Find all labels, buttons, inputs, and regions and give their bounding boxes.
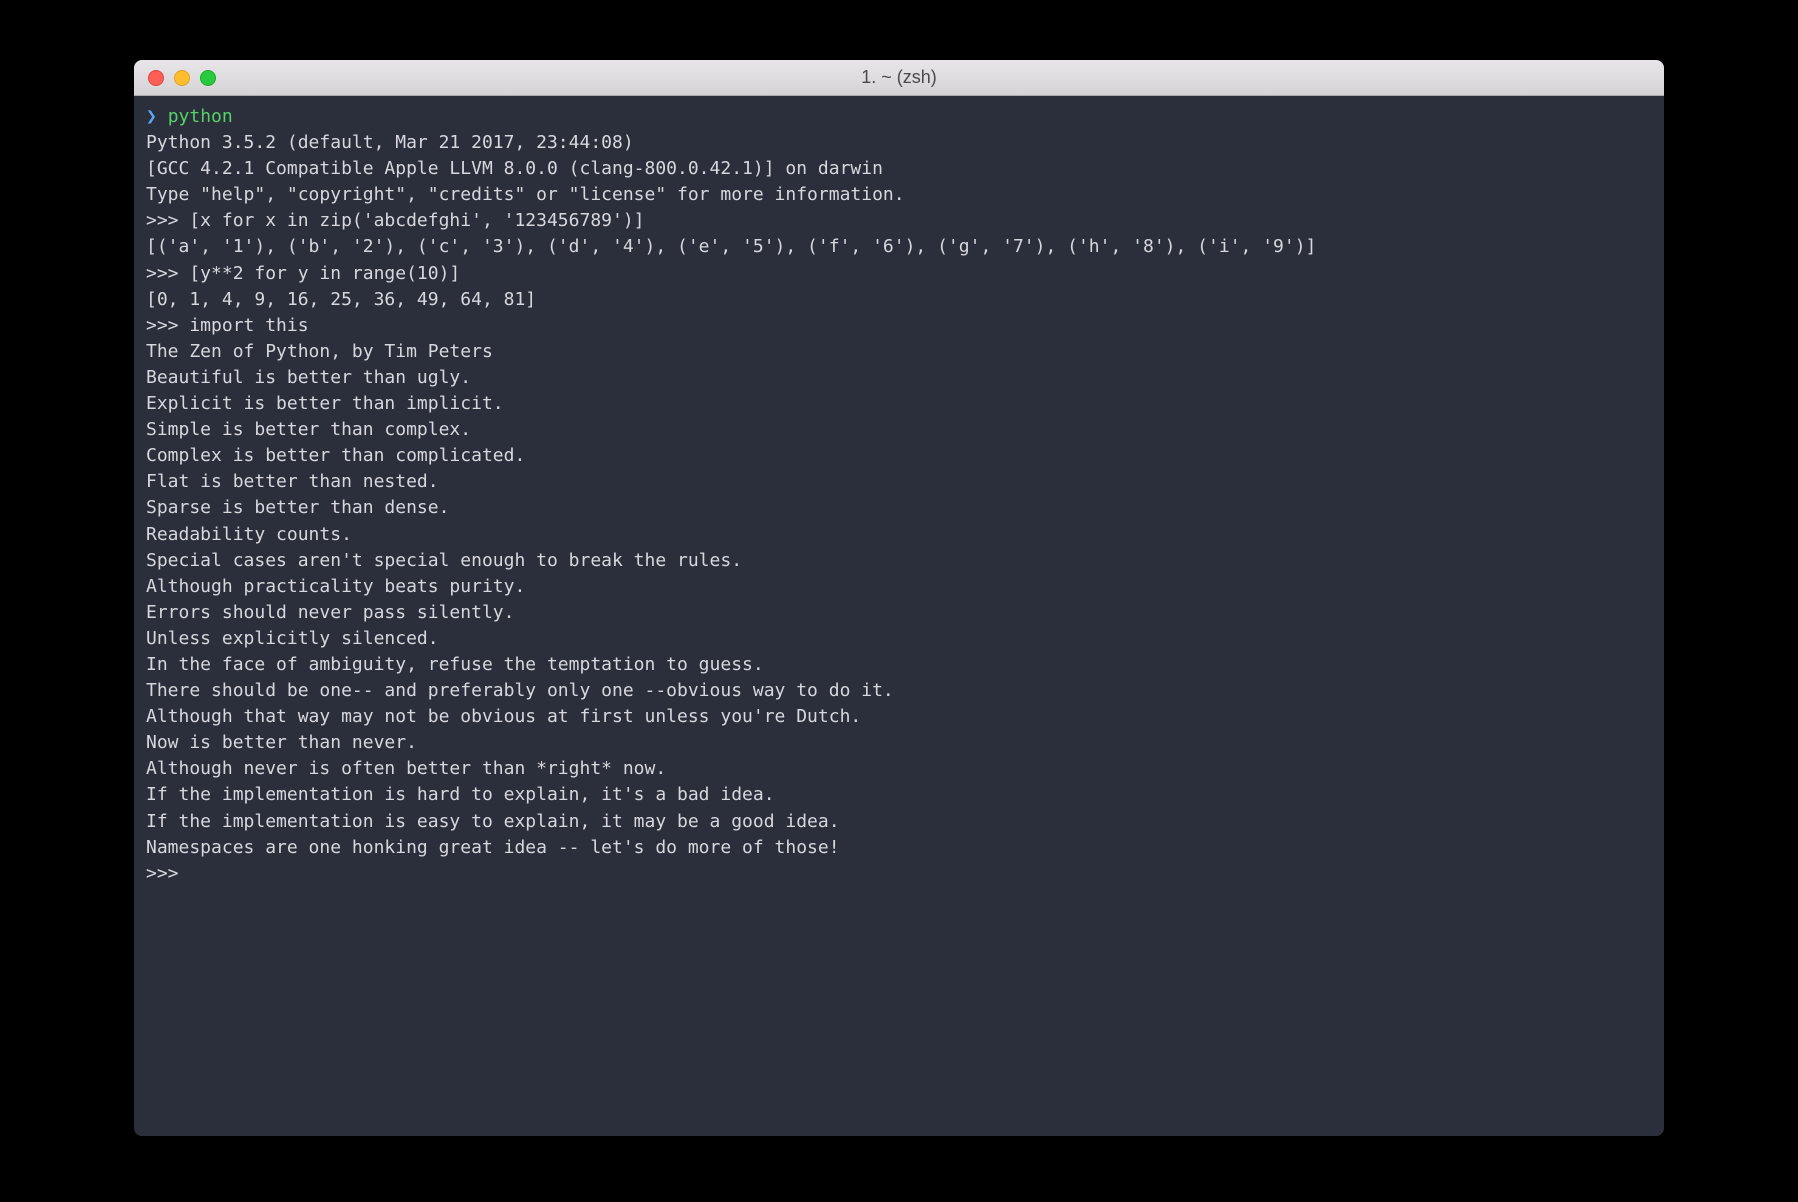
repl-prompt[interactable]: >>> [146, 861, 1652, 887]
repl-output-line: [('a', '1'), ('b', '2'), ('c', '3'), ('d… [146, 234, 1652, 260]
python-banner-line: Type "help", "copyright", "credits" or "… [146, 182, 1652, 208]
title-bar: 1. ~ (zsh) [134, 60, 1664, 96]
shell-prompt-line: ❯ python [146, 104, 1652, 130]
close-icon[interactable] [148, 70, 164, 86]
terminal-body[interactable]: ❯ python Python 3.5.2 (default, Mar 21 2… [134, 96, 1664, 1136]
zen-line: Unless explicitly silenced. [146, 626, 1652, 652]
zen-line: Errors should never pass silently. [146, 600, 1652, 626]
repl-input-line: >>> import this [146, 313, 1652, 339]
maximize-icon[interactable] [200, 70, 216, 86]
zen-line: Sparse is better than dense. [146, 495, 1652, 521]
zen-line: Flat is better than nested. [146, 469, 1652, 495]
repl-input-line: >>> [x for x in zip('abcdefghi', '123456… [146, 208, 1652, 234]
traffic-lights [148, 70, 216, 86]
shell-command: python [168, 106, 233, 127]
window-title: 1. ~ (zsh) [861, 67, 937, 88]
zen-line: Explicit is better than implicit. [146, 391, 1652, 417]
zen-line: Namespaces are one honking great idea --… [146, 835, 1652, 861]
zen-line: Now is better than never. [146, 730, 1652, 756]
minimize-icon[interactable] [174, 70, 190, 86]
python-banner-line: Python 3.5.2 (default, Mar 21 2017, 23:4… [146, 130, 1652, 156]
zen-line: Although that way may not be obvious at … [146, 704, 1652, 730]
zen-line: Special cases aren't special enough to b… [146, 548, 1652, 574]
zen-line: Beautiful is better than ugly. [146, 365, 1652, 391]
repl-output-line: [0, 1, 4, 9, 16, 25, 36, 49, 64, 81] [146, 287, 1652, 313]
zen-line: If the implementation is easy to explain… [146, 809, 1652, 835]
zen-line: If the implementation is hard to explain… [146, 782, 1652, 808]
zen-line: Although never is often better than *rig… [146, 756, 1652, 782]
zen-line: Simple is better than complex. [146, 417, 1652, 443]
zen-line: In the face of ambiguity, refuse the tem… [146, 652, 1652, 678]
prompt-arrow-icon: ❯ [146, 106, 157, 127]
zen-line: Although practicality beats purity. [146, 574, 1652, 600]
terminal-window: 1. ~ (zsh) ❯ python Python 3.5.2 (defaul… [134, 60, 1664, 1136]
zen-title-line: The Zen of Python, by Tim Peters [146, 339, 1652, 365]
zen-line: Complex is better than complicated. [146, 443, 1652, 469]
zen-line: There should be one-- and preferably onl… [146, 678, 1652, 704]
zen-line: Readability counts. [146, 522, 1652, 548]
repl-input-line: >>> [y**2 for y in range(10)] [146, 261, 1652, 287]
python-banner-line: [GCC 4.2.1 Compatible Apple LLVM 8.0.0 (… [146, 156, 1652, 182]
